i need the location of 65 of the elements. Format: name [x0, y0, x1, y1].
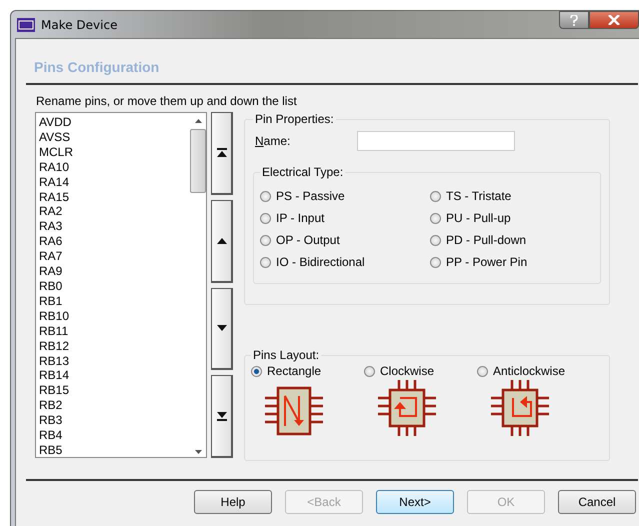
- chip-zigzag-icon: [265, 386, 323, 436]
- move-top-button[interactable]: [211, 112, 233, 195]
- pin-list-item[interactable]: RA15: [39, 190, 187, 204]
- move-bottom-button[interactable]: [211, 375, 233, 458]
- move-to-bottom-icon: [216, 412, 226, 421]
- instruction-text: Rename pins, or move them up and down the list: [35, 93, 298, 110]
- pin-list-item[interactable]: RA6: [39, 234, 187, 250]
- name-input[interactable]: [357, 131, 515, 151]
- close-button[interactable]: [589, 11, 639, 29]
- pin-list-item[interactable]: RB5: [39, 442, 187, 457]
- radio-option[interactable]: Rectangle: [251, 364, 364, 378]
- up-arrow-icon: [216, 238, 226, 244]
- window-title: Make Device: [41, 18, 118, 32]
- radio-option[interactable]: TS - Tristate: [430, 185, 594, 207]
- chip-clockwise-icon: [378, 380, 436, 436]
- pin-list-item[interactable]: RA7: [39, 249, 187, 264]
- help-window-button[interactable]: [559, 11, 589, 29]
- radio-option[interactable]: PU - Pull-up: [430, 207, 594, 229]
- scroll-thumb[interactable]: [190, 129, 206, 193]
- pin-list-item[interactable]: RB11: [39, 324, 187, 339]
- radio-option[interactable]: PS - Passive: [260, 185, 430, 207]
- pin-list-item[interactable]: RB15: [39, 383, 187, 398]
- name-label: Name:: [255, 134, 292, 148]
- close-icon: [608, 15, 620, 25]
- radio-option[interactable]: IP - Input: [260, 207, 430, 229]
- pin-list-item[interactable]: RB2: [39, 398, 187, 414]
- app-logo-icon: [17, 18, 35, 32]
- pin-list-item[interactable]: RA9: [39, 264, 187, 279]
- pin-list-item[interactable]: RB10: [39, 308, 187, 324]
- pin-list-item[interactable]: RB14: [39, 368, 187, 384]
- pin-list-item[interactable]: RB1: [39, 294, 187, 309]
- pin-list-item[interactable]: RB12: [39, 338, 187, 354]
- radio-option[interactable]: PP - Power Pin: [430, 251, 594, 273]
- pin-list-item[interactable]: RA2: [39, 204, 187, 220]
- pin-list-item[interactable]: RB3: [39, 413, 187, 428]
- pin-list-item[interactable]: RA10: [39, 160, 187, 175]
- chip-anticlockwise-icon: [491, 380, 549, 436]
- dialog-button[interactable]: Cancel: [558, 490, 636, 514]
- pin-list-item[interactable]: AVDD: [39, 115, 187, 130]
- pin-list-item[interactable]: MCLR: [39, 144, 187, 160]
- dialog-button[interactable]: Next>: [376, 490, 454, 514]
- scroll-down-icon: [194, 450, 202, 454]
- down-arrow-icon: [216, 325, 226, 332]
- pin-list-item[interactable]: AVSS: [39, 130, 187, 145]
- radio-option[interactable]: OP - Output: [260, 229, 430, 251]
- move-to-top-icon: [216, 148, 226, 158]
- radio-option[interactable]: Anticlockwise: [477, 364, 590, 378]
- pin-list-item[interactable]: RB13: [39, 354, 187, 368]
- pin-list-item[interactable]: RA3: [39, 219, 187, 234]
- radio-option[interactable]: IO - Bidirectional: [260, 251, 430, 273]
- radio-option[interactable]: PD - Pull-down: [430, 229, 594, 251]
- group-title: Pins Layout:: [252, 348, 320, 362]
- group-title: Electrical Type:: [261, 165, 344, 179]
- help-icon: [570, 14, 578, 26]
- pin-list-item[interactable]: RA14: [39, 174, 187, 190]
- pin-list-item[interactable]: RB0: [39, 278, 187, 294]
- move-down-button[interactable]: [211, 288, 233, 370]
- pin-list[interactable]: AVDD AVSS MCLR RA10 RA14 RA15 RA2 RA3 RA6 RA7 RA9 RB0 RB1 RB10 RB11 RB12 RB13 RB14 RB15 RB2 RB3 RB4 RB5: [35, 112, 207, 458]
- group-title: Pin Properties:: [254, 112, 335, 126]
- scroll-up-icon: [194, 119, 202, 123]
- dialog-button[interactable]: Help: [194, 490, 272, 514]
- pin-list-item[interactable]: RB4: [39, 428, 187, 443]
- move-up-button[interactable]: [211, 200, 233, 282]
- radio-option[interactable]: Clockwise: [364, 364, 477, 378]
- page-heading: Pins Configuration: [33, 58, 160, 77]
